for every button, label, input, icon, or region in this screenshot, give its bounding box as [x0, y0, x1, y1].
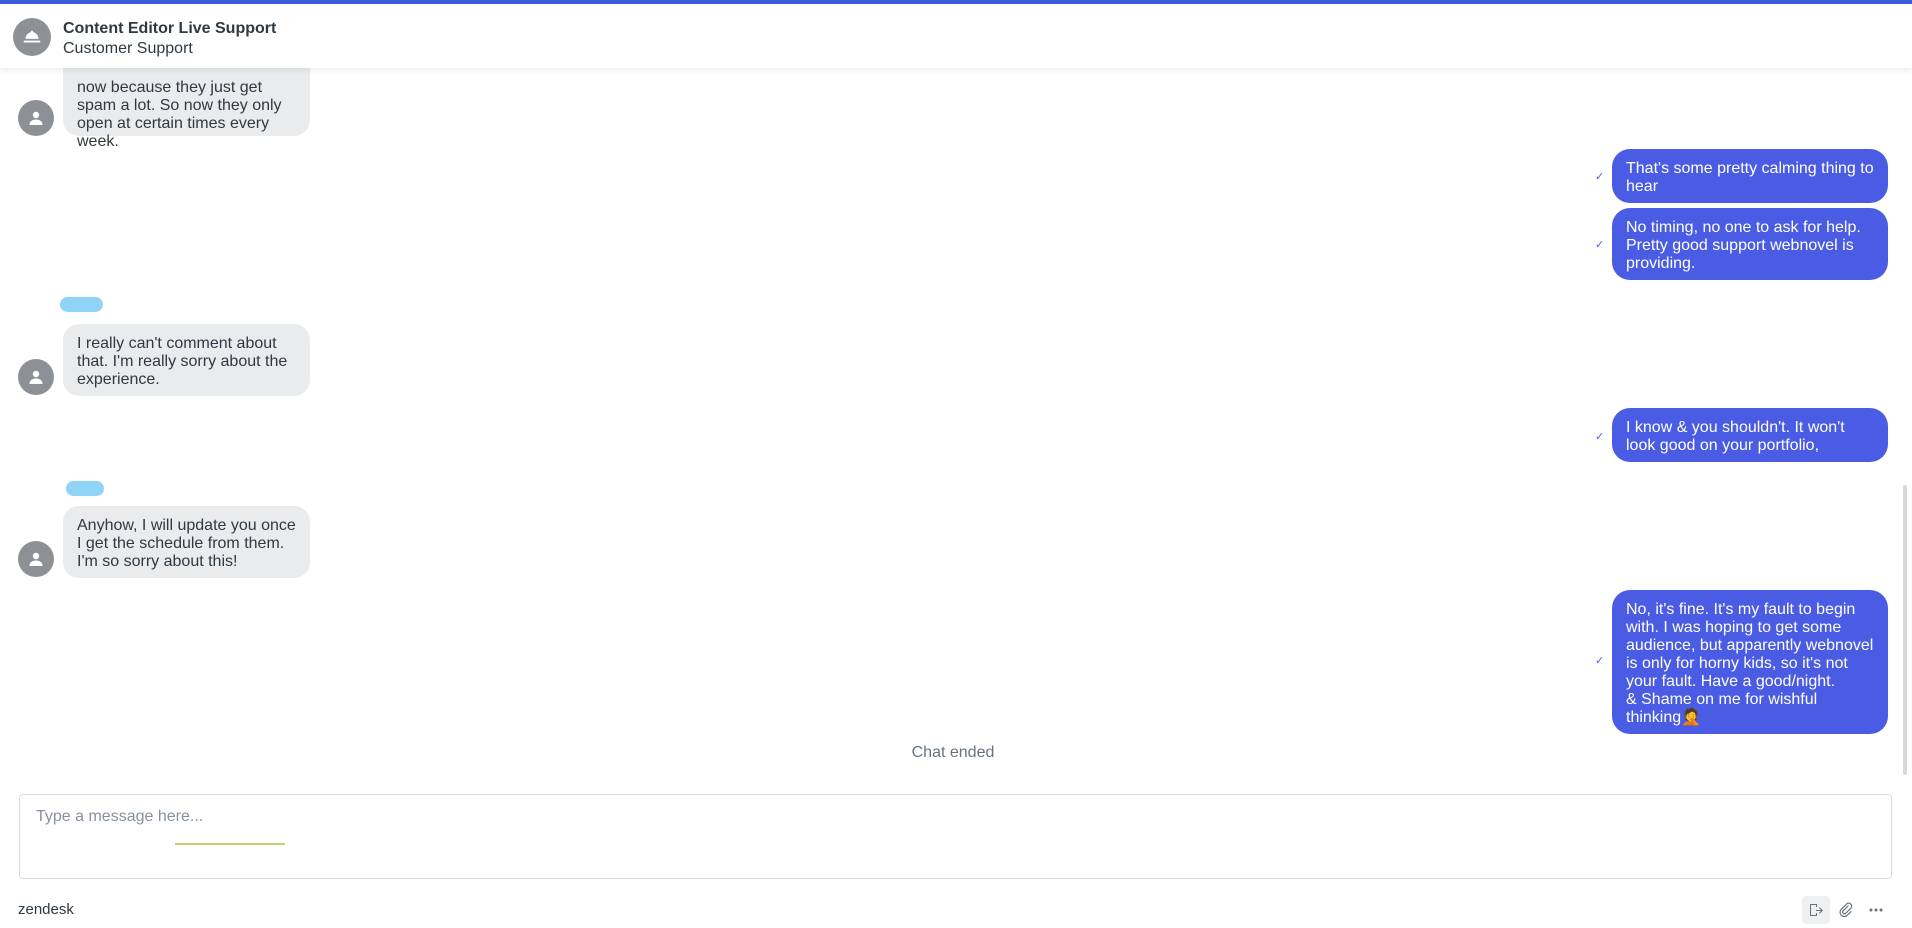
agent-message: now because they just get spam a lot. So… [63, 68, 310, 150]
read-check-icon: ✓ [1595, 239, 1605, 251]
visitor-message: No timing, no one to ask for help. Prett… [1612, 208, 1888, 280]
visitor-message: No, it's fine. It's my fault to begin wi… [1612, 590, 1888, 734]
more-options-icon[interactable] [1862, 896, 1890, 924]
end-chat-icon[interactable] [1802, 896, 1830, 924]
agent-avatar [18, 359, 54, 395]
annotation-underline [175, 843, 285, 845]
chat-subtitle: Customer Support [63, 40, 193, 57]
chat-header: Content Editor Live Support Customer Sup… [0, 4, 1912, 68]
chat-title: Content Editor Live Support [63, 20, 277, 37]
chat-ended-status: Chat ended [911, 744, 995, 761]
agent-avatar [18, 100, 54, 136]
zendesk-brand: zendesk [18, 901, 74, 918]
agent-message: Anyhow, I will update you once I get the… [63, 506, 310, 578]
visitor-message: I know & you shouldn't. It won't look go… [1612, 408, 1888, 462]
agent-avatar [18, 541, 54, 577]
redacted-agent-name [60, 297, 103, 312]
message-log[interactable]: now because they just get spam a lot. So… [0, 68, 1900, 772]
read-check-icon: ✓ [1595, 655, 1605, 667]
message-input[interactable] [34, 803, 1878, 831]
visitor-message: That's some pretty calming thing to hear [1612, 149, 1888, 203]
concierge-bell-icon [13, 18, 51, 56]
read-check-icon: ✓ [1595, 171, 1605, 183]
agent-message: I really can't comment about that. I'm r… [63, 324, 310, 396]
message-log-scrollbar[interactable] [1903, 485, 1907, 775]
message-composer[interactable] [19, 794, 1892, 879]
read-check-icon: ✓ [1595, 431, 1605, 443]
attachment-icon[interactable] [1832, 896, 1860, 924]
redacted-agent-name [66, 481, 104, 496]
